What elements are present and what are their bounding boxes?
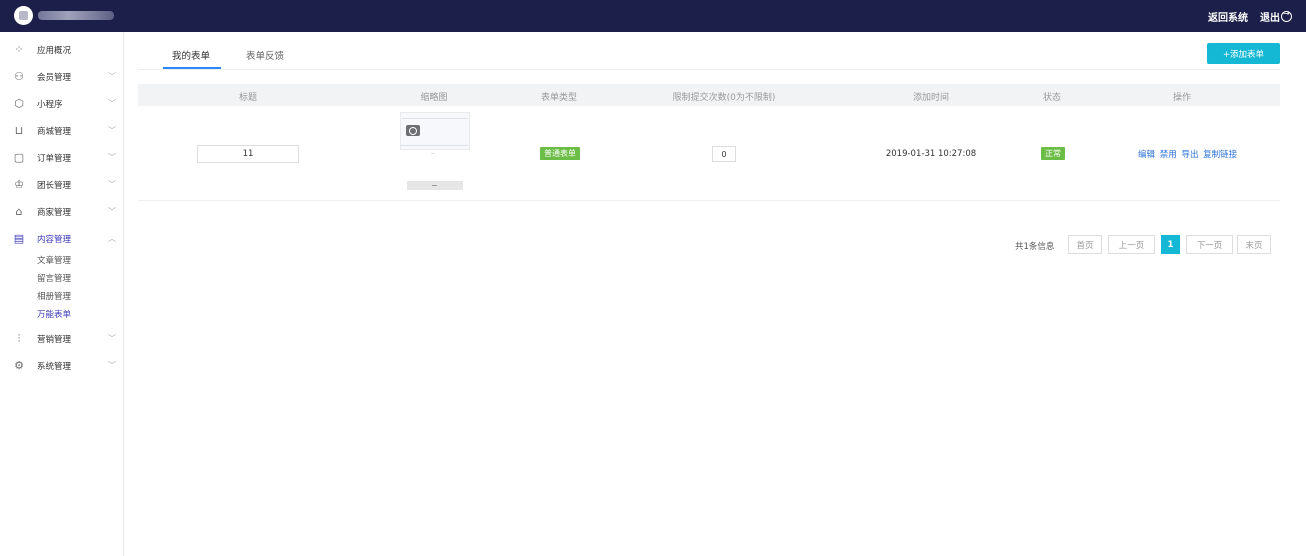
sidebar-item-label: 系统管理 (37, 361, 72, 372)
sidebar-item-orders[interactable]: ▢ 订单管理 ﹀ (0, 144, 124, 171)
document-icon: ▤ (13, 231, 25, 245)
mini-program-icon: ⬡ (14, 96, 24, 110)
row-actions: 编辑 禁用 导出 复制链接 (1138, 148, 1239, 160)
sidebar-item-label: 团长管理 (37, 180, 72, 191)
chevron-down-icon: ﹀ (108, 361, 116, 370)
copy-link-link[interactable]: 复制链接 (1203, 150, 1237, 160)
order-icon: ▢ (13, 150, 25, 164)
edit-link[interactable]: 编辑 (1138, 150, 1155, 160)
current-page-button[interactable]: 1 (1161, 235, 1180, 254)
logout-label: 退出 (1260, 13, 1280, 24)
sidebar-item-leaders[interactable]: ♔ 团长管理 ﹀ (0, 171, 124, 198)
sidebar-item-label: 小程序 (37, 99, 63, 110)
form-thumbnail[interactable] (400, 112, 470, 150)
logout-icon (1281, 9, 1292, 22)
status-badge: 正常 (1041, 147, 1065, 160)
tab-my-forms[interactable]: 我的表单 (172, 48, 210, 62)
sidebar: ⁘ 应用概况 ⚇ 会员管理 ﹀ ⬡ 小程序 ﹀ ⊔ 商城管理 ﹀ ▢ 订单管理 … (0, 32, 124, 556)
chevron-down-icon: ﹀ (108, 207, 116, 216)
grid-icon: ⁘ (14, 42, 24, 56)
store-icon: ⌂ (15, 204, 23, 218)
settings-icon: ⚙ (14, 358, 24, 372)
top-actions: 返回系统 退出 (1208, 9, 1292, 24)
chart-icon: ⫶ (17, 331, 21, 345)
column-header-title: 标题 (238, 93, 258, 103)
column-header-status: 状态 (1042, 93, 1062, 103)
sidebar-item-label: 商家管理 (37, 207, 72, 218)
last-page-button[interactable]: 末页 (1237, 235, 1271, 254)
row-divider (138, 200, 1280, 201)
sidebar-item-marketing[interactable]: ⫶ 营销管理 ﹀ (0, 325, 124, 352)
chevron-down-icon: ﹀ (108, 180, 116, 189)
sidebar-item-label: 订单管理 (37, 153, 72, 164)
form-type-badge: 普通表单 (540, 147, 580, 160)
column-header-submit-limit: 限制提交次数(0为不限制) (672, 93, 776, 103)
sidebar-item-shop[interactable]: ⊔ 商城管理 ﹀ (0, 117, 124, 144)
sidebar-item-mini-program[interactable]: ⬡ 小程序 ﹀ (0, 90, 124, 117)
sidebar-item-label: 内容管理 (37, 234, 72, 245)
cart-icon: ⊔ (14, 123, 24, 137)
sidebar-subitem-articles[interactable]: 文章管理 (37, 254, 71, 266)
thumbnail-button-preview (407, 181, 463, 190)
sidebar-item-content[interactable]: ▤ 内容管理 ︿ (0, 225, 124, 252)
pagination-total: 共1条信息 (1015, 242, 1055, 252)
thumbnail-header-bar (402, 114, 468, 119)
logout-link[interactable]: 退出 (1260, 9, 1292, 24)
next-page-button[interactable]: 下一页 (1186, 235, 1233, 254)
add-form-button[interactable]: +添加表单 (1207, 43, 1280, 64)
disable-link[interactable]: 禁用 (1160, 150, 1177, 160)
sidebar-item-merchants[interactable]: ⌂ 商家管理 ﹀ (0, 198, 124, 225)
crown-icon: ♔ (14, 177, 24, 191)
column-header-form-type: 表单类型 (540, 93, 578, 103)
sidebar-subitem-albums[interactable]: 相册管理 (37, 290, 71, 302)
column-header-thumbnail: 缩略图 (420, 93, 448, 103)
prev-page-button[interactable]: 上一页 (1108, 235, 1155, 254)
chevron-up-icon: ︿ (108, 234, 116, 243)
sidebar-item-label: 会员管理 (37, 72, 72, 83)
camera-icon (406, 125, 420, 136)
sidebar-item-system[interactable]: ⚙ 系统管理 ﹀ (0, 352, 124, 379)
sidebar-subitem-universal-form[interactable]: 万能表单 (37, 308, 71, 320)
sidebar-item-members[interactable]: ⚇ 会员管理 ﹀ (0, 63, 124, 90)
first-page-button[interactable]: 首页 (1068, 235, 1102, 254)
chevron-down-icon: ﹀ (108, 99, 116, 108)
chevron-down-icon: ﹀ (108, 126, 116, 135)
column-header-added-time: 添加时间 (912, 93, 950, 103)
return-system-link[interactable]: 返回系统 (1208, 9, 1248, 24)
sidebar-item-label: 应用概况 (37, 45, 72, 56)
chevron-down-icon: ﹀ (108, 72, 116, 81)
top-bar: 返回系统 退出 (0, 0, 1306, 32)
submit-limit-input[interactable] (712, 146, 736, 162)
chevron-down-icon: ﹀ (108, 334, 116, 343)
chevron-down-icon: ﹀ (108, 153, 116, 162)
users-icon: ⚇ (14, 69, 24, 83)
tab-form-feedback[interactable]: 表单反馈 (246, 48, 284, 62)
sidebar-subitem-messages[interactable]: 留言管理 (37, 272, 71, 284)
title-sort-input[interactable] (197, 145, 299, 163)
brand-name-blurred (38, 11, 114, 20)
thumbnail-divider (401, 145, 469, 146)
tab-divider (138, 69, 1280, 70)
thumbnail-caption-mark: – (431, 149, 435, 157)
added-time: 2019-01-31 10:27:08 (885, 149, 977, 159)
sidebar-item-label: 营销管理 (37, 334, 72, 345)
sidebar-item-label: 商城管理 (37, 126, 72, 137)
export-link[interactable]: 导出 (1181, 150, 1198, 160)
app-logo[interactable] (14, 6, 33, 25)
column-header-actions: 操作 (1172, 93, 1192, 103)
sidebar-item-overview[interactable]: ⁘ 应用概况 (0, 36, 124, 63)
